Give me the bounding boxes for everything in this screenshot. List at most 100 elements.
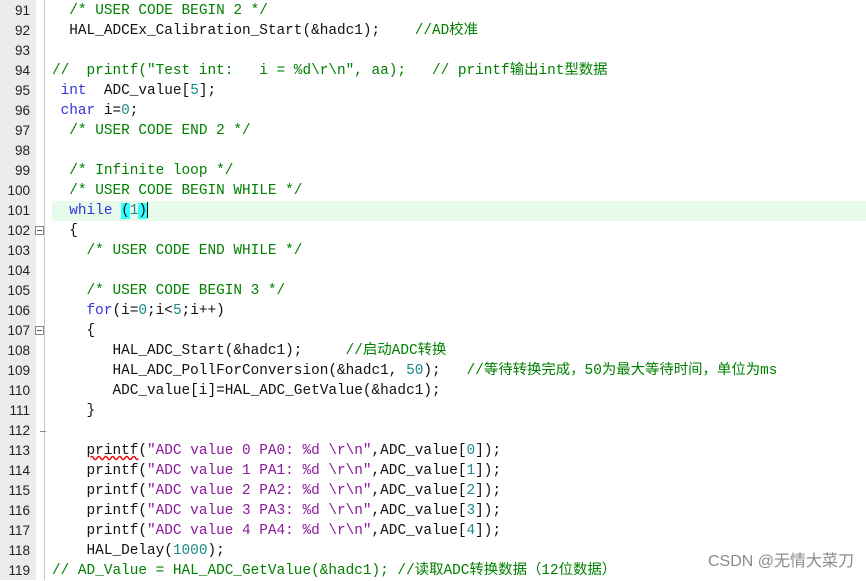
- code-token-num: 0: [121, 103, 130, 119]
- code-text[interactable]: {: [52, 321, 866, 341]
- code-token-t: ,ADC_value[: [371, 523, 467, 539]
- code-line[interactable]: 99 /* Infinite loop */: [0, 161, 866, 181]
- code-text[interactable]: {: [52, 221, 866, 241]
- line-number: 105: [7, 283, 30, 298]
- code-text[interactable]: printf("ADC value 2 PA2: %d \r\n",ADC_va…: [52, 481, 866, 501]
- code-line[interactable]: 98: [0, 141, 866, 161]
- code-text[interactable]: printf("ADC value 4 PA4: %d \r\n",ADC_va…: [52, 521, 866, 541]
- code-text[interactable]: /* USER CODE END 2 */: [52, 121, 866, 141]
- code-text[interactable]: char i=0;: [52, 101, 866, 121]
- fold-collapse-icon[interactable]: [35, 326, 44, 335]
- code-token-t: printf(: [52, 463, 147, 479]
- code-text[interactable]: ADC_value[i]=HAL_ADC_GetValue(&hadc1);: [52, 381, 866, 401]
- code-text[interactable]: [52, 421, 866, 441]
- code-line[interactable]: 106 for(i=0;i<5;i++): [0, 301, 866, 321]
- code-token-comment: // AD_Value = HAL_ADC_GetValue(&hadc1); …: [52, 563, 617, 579]
- code-text[interactable]: [52, 41, 866, 61]
- code-text[interactable]: HAL_ADC_Start(&hadc1); //启动ADC转换: [52, 341, 866, 361]
- code-text[interactable]: [52, 261, 866, 281]
- code-token-num: 0: [138, 303, 148, 319]
- code-line[interactable]: 102 {: [0, 221, 866, 241]
- code-token-t: printf(: [52, 503, 147, 519]
- code-line[interactable]: 92 HAL_ADCEx_Calibration_Start(&hadc1); …: [0, 21, 866, 41]
- code-token-t: {: [52, 323, 96, 339]
- code-line[interactable]: 103 /* USER CODE END WHILE */: [0, 241, 866, 261]
- code-token-comment: /* USER CODE BEGIN 2 */: [69, 3, 268, 19]
- code-line[interactable]: 104: [0, 261, 866, 281]
- code-token-t: [52, 83, 61, 99]
- code-text[interactable]: [52, 141, 866, 161]
- code-text[interactable]: printf("ADC value 0 PA0: %d \r\n",ADC_va…: [52, 441, 866, 461]
- code-line[interactable]: 101 while (1): [0, 201, 866, 221]
- code-line[interactable]: 96 char i=0;: [0, 101, 866, 121]
- code-text[interactable]: /* Infinite loop */: [52, 161, 866, 181]
- code-token-comment: /* USER CODE END 2 */: [69, 123, 251, 139]
- code-line[interactable]: 105 /* USER CODE BEGIN 3 */: [0, 281, 866, 301]
- code-line[interactable]: 95 int ADC_value[5];: [0, 81, 866, 101]
- code-text[interactable]: // printf("Test int: i = %d\r\n", aa); /…: [52, 61, 866, 81]
- code-text[interactable]: int ADC_value[5];: [52, 81, 866, 101]
- code-line[interactable]: 111 }: [0, 401, 866, 421]
- code-token-kw: int: [60, 83, 87, 99]
- code-line[interactable]: 112: [0, 421, 866, 441]
- code-text[interactable]: /* USER CODE END WHILE */: [52, 241, 866, 261]
- code-line[interactable]: 108 HAL_ADC_Start(&hadc1); //启动ADC转换: [0, 341, 866, 361]
- code-line[interactable]: 94 // printf("Test int: i = %d\r\n", aa);…: [0, 61, 866, 81]
- code-token-t: [52, 283, 87, 299]
- code-line[interactable]: 93: [0, 41, 866, 61]
- code-line[interactable]: 110 ADC_value[i]=HAL_ADC_GetValue(&hadc1…: [0, 381, 866, 401]
- code-token-num: 3: [466, 503, 476, 519]
- line-number: 104: [7, 263, 30, 278]
- fold-collapse-icon[interactable]: [35, 226, 44, 235]
- line-number: 93: [14, 43, 30, 58]
- code-line[interactable]: 115 printf("ADC value 2 PA2: %d \r\n",AD…: [0, 481, 866, 501]
- current-line-text[interactable]: while (1): [52, 201, 866, 221]
- code-token-t: ADC_value[i]=HAL_ADC_GetValue(&hadc1);: [52, 383, 441, 399]
- line-number: 115: [8, 483, 30, 498]
- code-line[interactable]: 97 /* USER CODE END 2 */: [0, 121, 866, 141]
- code-line[interactable]: 116 printf("ADC value 3 PA3: %d \r\n",AD…: [0, 501, 866, 521]
- line-number: 112: [8, 423, 30, 438]
- code-text[interactable]: }: [52, 401, 866, 421]
- code-token-t: ADC_value[: [86, 83, 191, 99]
- code-token-t: ,ADC_value[: [371, 443, 467, 459]
- line-number: 110: [8, 383, 30, 398]
- code-line[interactable]: 109 HAL_ADC_PollForConversion(&hadc1, 50…: [0, 361, 866, 381]
- code-token-t: ]);: [475, 483, 502, 499]
- code-text[interactable]: /* USER CODE BEGIN WHILE */: [52, 181, 866, 201]
- code-token-t: HAL_Delay(: [52, 543, 173, 559]
- code-text[interactable]: HAL_ADC_PollForConversion(&hadc1, 50); /…: [52, 361, 866, 381]
- code-token-t: ]);: [475, 443, 502, 459]
- code-line[interactable]: 107 {: [0, 321, 866, 341]
- code-text[interactable]: for(i=0;i<5;i++): [52, 301, 866, 321]
- code-token-num: 5: [172, 303, 182, 319]
- code-line[interactable]: 91 /* USER CODE BEGIN 2 */: [0, 1, 866, 21]
- code-text[interactable]: /* USER CODE BEGIN 3 */: [52, 281, 866, 301]
- code-line[interactable]: 100 /* USER CODE BEGIN WHILE */: [0, 181, 866, 201]
- line-number: 94: [14, 63, 30, 78]
- code-line[interactable]: 113 printf("ADC value 0 PA0: %d \r\n",AD…: [0, 441, 866, 461]
- line-number: 101: [7, 203, 30, 218]
- code-token-str: "ADC value 0 PA0: %d \r\n": [147, 443, 372, 459]
- code-line[interactable]: 117 printf("ADC value 4 PA4: %d \r\n",AD…: [0, 521, 866, 541]
- code-text[interactable]: printf("ADC value 3 PA3: %d \r\n",ADC_va…: [52, 501, 866, 521]
- code-token-t: HAL_ADC_PollForConversion(&hadc1,: [52, 363, 407, 379]
- code-text[interactable]: /* USER CODE BEGIN 2 */: [52, 1, 866, 21]
- code-token-num: 1: [466, 463, 476, 479]
- code-token-t: {: [52, 223, 78, 239]
- code-token-t: [52, 303, 87, 319]
- code-line[interactable]: 114 printf("ADC value 1 PA1: %d \r\n",AD…: [0, 461, 866, 481]
- code-text[interactable]: printf("ADC value 1 PA1: %d \r\n",ADC_va…: [52, 461, 866, 481]
- line-number: 92: [14, 23, 30, 38]
- text-caret: [147, 202, 149, 219]
- code-token-comment: //AD校准: [414, 23, 479, 39]
- code-token-t: [52, 183, 69, 199]
- code-token-t: );: [423, 363, 467, 379]
- line-number: 95: [14, 83, 30, 98]
- code-token-num: 5: [190, 83, 199, 99]
- code-text[interactable]: HAL_ADCEx_Calibration_Start(&hadc1); //A…: [52, 21, 866, 41]
- code-token-brace: (: [121, 203, 130, 219]
- code-token-str: "ADC value 2 PA2: %d \r\n": [147, 483, 372, 499]
- code-token-comment: //启动ADC转换: [345, 343, 447, 359]
- code-token-t: [52, 443, 87, 459]
